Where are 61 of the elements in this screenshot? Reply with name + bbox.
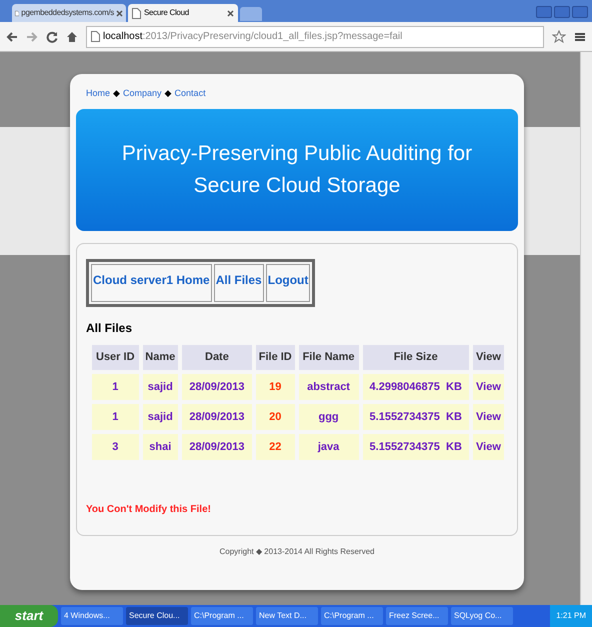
nav-link[interactable]: Home (86, 86, 110, 100)
star-icon[interactable] (552, 30, 566, 44)
view-link[interactable]: View (472, 434, 504, 460)
nav-link[interactable]: Company (123, 86, 162, 100)
copyright-text: Copyright ◆ 2013-2014 All Rights Reserved (218, 546, 376, 558)
table-cell: 4.2998046875 KB (362, 374, 469, 400)
forward-icon[interactable] (26, 30, 38, 42)
taskbar-item[interactable]: 4 Windows... (61, 607, 123, 625)
home-icon[interactable] (66, 30, 78, 42)
separator-glyph: ◆ (113, 86, 120, 100)
table-cell: 20 (256, 404, 295, 430)
error-message: You Con't Modify this File! (86, 503, 212, 517)
taskbar-item[interactable]: C:\Program ... (321, 607, 383, 625)
table-cell: 22 (256, 434, 295, 460)
taskbar-item[interactable]: Freez Scree... (386, 607, 448, 625)
banner-title: Privacy-Preserving Public Auditing for Secure Cloud Storage (120, 141, 474, 199)
column-header: View (472, 345, 504, 370)
table-cell: 5.1552734375 KB (362, 404, 469, 430)
separator-glyph: ◆ (164, 86, 172, 100)
column-header: File ID (256, 345, 295, 370)
taskbar-item[interactable]: Secure Clou... (126, 607, 188, 625)
column-header: User ID (92, 345, 139, 370)
start-button[interactable]: start (0, 605, 58, 627)
column-header: File Name (298, 345, 358, 370)
nav-link[interactable]: Contact (174, 86, 206, 100)
view-link[interactable]: View (472, 404, 504, 430)
table-cell: sajid (142, 374, 178, 400)
table-cell: 5.1552734375 KB (362, 434, 469, 460)
clock: 1:21 PM (550, 605, 592, 627)
column-header: File Size (362, 345, 469, 370)
browser-tab[interactable]: pgembeddedsystems.com/s (12, 4, 126, 22)
back-icon[interactable] (6, 30, 18, 42)
url-text: localhost:2013/PrivacyPreserving/cloud1_all_files.jsp?message=fail (103, 30, 402, 44)
table-cell: 3 (92, 434, 139, 460)
taskbar-item[interactable]: C:\Program ... (191, 607, 253, 625)
reload-icon[interactable] (46, 30, 58, 42)
address-bar[interactable]: localhost:2013/PrivacyPreserving/cloud1_all_files.jsp?message=fail (86, 26, 544, 48)
page-icon (132, 8, 141, 18)
table-cell: 1 (92, 404, 139, 430)
scrollbar[interactable] (580, 52, 592, 605)
menu-icon[interactable] (574, 30, 586, 42)
table-cell: java (298, 434, 358, 460)
view-link[interactable]: View (472, 374, 504, 400)
browser-tab[interactable]: Secure Cloud (128, 4, 238, 22)
taskbar-item[interactable]: New Text D... (256, 607, 318, 625)
table-cell: ggg (298, 404, 358, 430)
table-cell: shai (142, 434, 178, 460)
taskbar-item[interactable]: SQLyog Co... (451, 607, 513, 625)
table-cell: 28/09/2013 (182, 434, 252, 460)
table-cell: 1 (92, 374, 139, 400)
close-icon[interactable] (227, 10, 234, 16)
table-cell: 28/09/2013 (182, 404, 252, 430)
column-header: Date (182, 345, 252, 370)
table-cell: abstract (298, 374, 358, 400)
table-cell: 19 (256, 374, 295, 400)
section-title: All Files (86, 320, 134, 337)
table-cell: sajid (142, 404, 178, 430)
table-cell: 28/09/2013 (182, 374, 252, 400)
column-header: Name (142, 345, 178, 370)
page-icon (91, 31, 100, 42)
close-icon[interactable] (116, 10, 123, 16)
